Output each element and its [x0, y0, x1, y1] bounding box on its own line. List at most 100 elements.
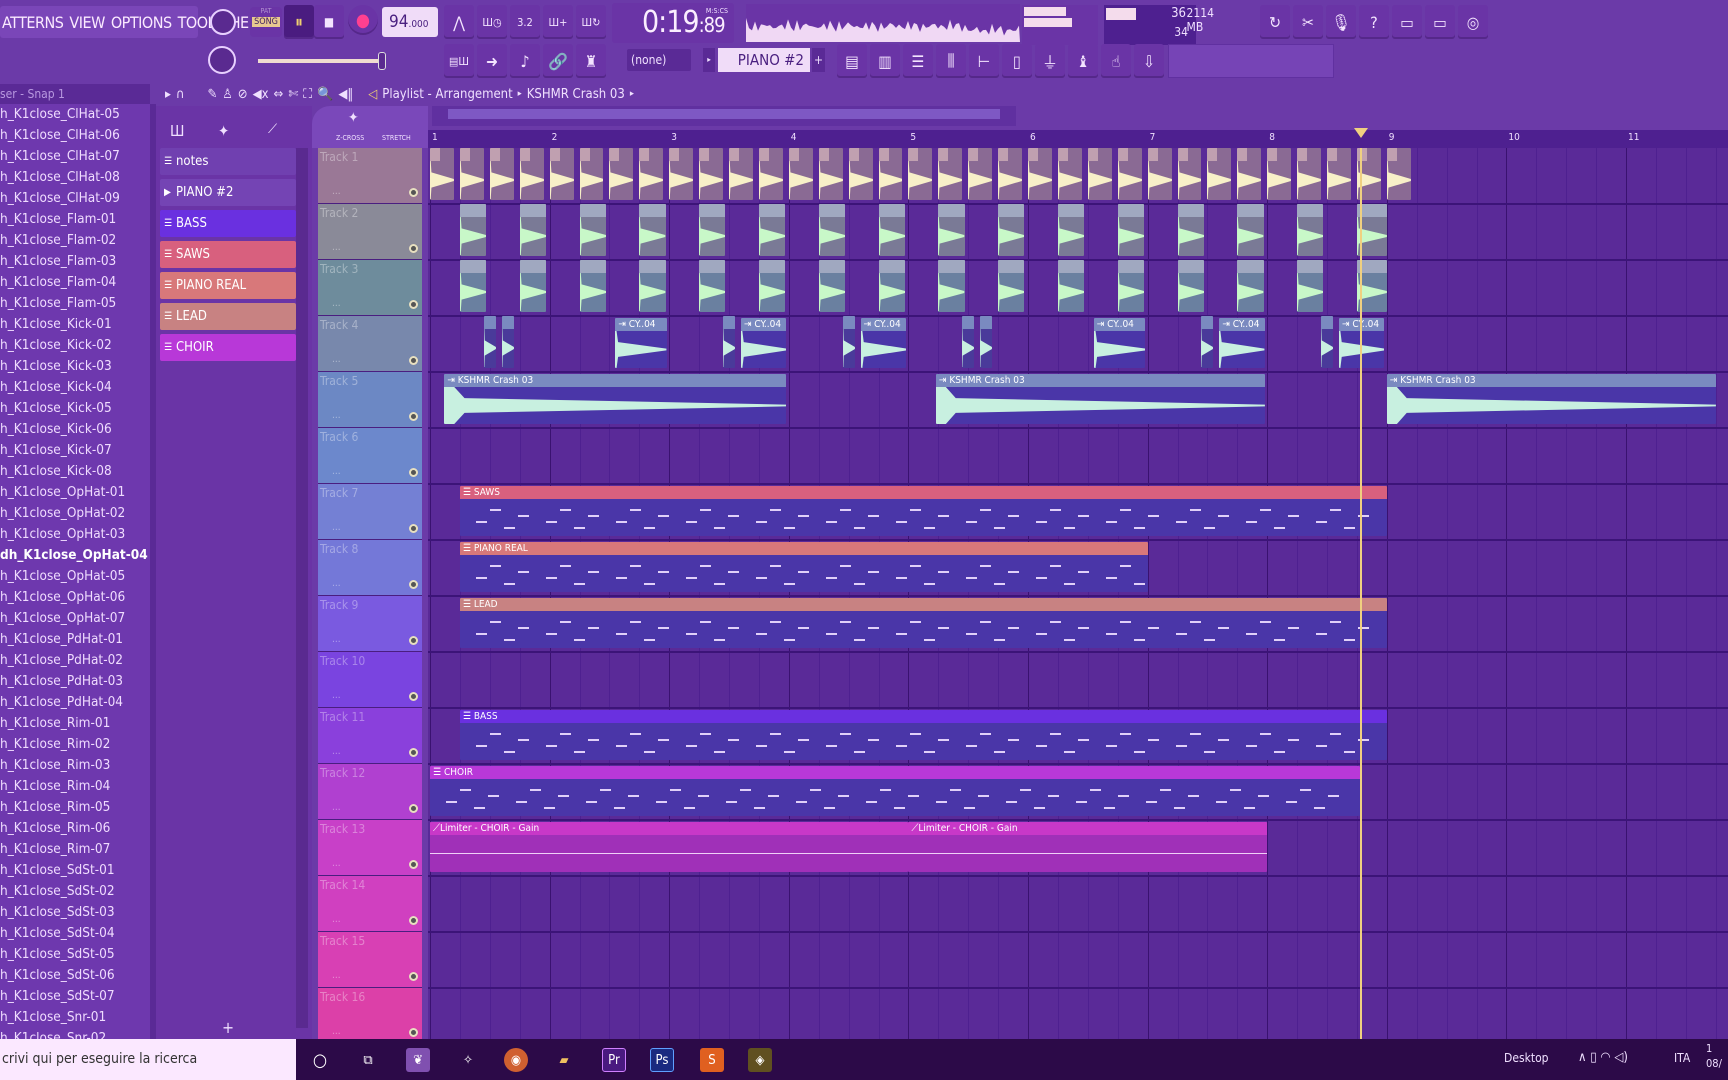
browser-item[interactable]: h_K1close_PdHat-04 [0, 692, 150, 713]
track-mute-toggle[interactable] [409, 636, 418, 645]
browser-item[interactable]: h_K1close_PdHat-02 [0, 650, 150, 671]
pattern-item-piano-real[interactable]: ☰ PIANO REAL [160, 272, 296, 299]
sublime-icon[interactable]: S [700, 1048, 724, 1072]
hat-clip[interactable] [459, 148, 484, 200]
cymbal-clip[interactable] [1321, 316, 1333, 368]
browser-icon[interactable]: ⊢ [969, 44, 999, 78]
browser-item[interactable]: h_K1close_Kick-07 [0, 440, 150, 461]
hat-clip[interactable] [1028, 148, 1052, 200]
hat-clip[interactable] [1207, 148, 1232, 200]
audio-clip[interactable]: ⇥ KSHMR Crash 03 [1386, 374, 1716, 424]
piano-roll-icon[interactable]: ▥ [870, 44, 900, 78]
clock[interactable]: 1 08/ [1706, 1041, 1722, 1071]
track-header[interactable]: Track 7... [318, 484, 422, 540]
pause-button[interactable]: ⏸ [284, 5, 314, 39]
browser-item[interactable]: h_K1close_OpHat-03 [0, 524, 150, 545]
hat-clip[interactable] [699, 148, 723, 200]
perc-clip[interactable] [1297, 260, 1324, 312]
browser-item[interactable]: h_K1close_Rim-03 [0, 755, 150, 776]
perc-clip[interactable] [1117, 204, 1144, 256]
track-header[interactable]: Track 14... [318, 876, 422, 932]
audio-clip[interactable]: ⇥ CY..04 [740, 318, 787, 368]
typing-keyboard-icon[interactable]: ▤Ш [444, 44, 474, 78]
cortana-icon[interactable]: ○ [308, 1048, 332, 1072]
pattern-clip[interactable]: ☰ PIANO REAL [459, 542, 1148, 592]
perc-clip[interactable] [878, 204, 905, 256]
mixer-view-icon[interactable]: ⫼ [936, 44, 966, 78]
perc-clip[interactable] [519, 260, 546, 312]
audio-filter-icon[interactable]: ✦ [218, 122, 229, 140]
browser-item[interactable]: h_K1close_Rim-05 [0, 797, 150, 818]
mute-icon[interactable]: ◀x [253, 87, 269, 102]
perc-clip[interactable] [639, 260, 666, 312]
automation-filter-icon[interactable]: ⟋ [268, 122, 277, 137]
add-pattern-button[interactable]: + [812, 48, 825, 72]
browser-item[interactable]: h_K1close_Kick-03 [0, 356, 150, 377]
cut-icon[interactable]: ✂ [1293, 5, 1323, 39]
premiere-icon[interactable]: Pr [602, 1048, 626, 1072]
browser-item[interactable]: h_K1close_SdSt-04 [0, 923, 150, 944]
browser-item[interactable]: h_K1close_Flam-03 [0, 251, 150, 272]
browser-item[interactable]: h_K1close_SdSt-06 [0, 965, 150, 986]
stop-button[interactable]: ■ [314, 5, 344, 39]
perc-clip[interactable] [579, 260, 606, 312]
browser-item[interactable]: h_K1close_ClHat-08 [0, 167, 150, 188]
hat-clip[interactable] [998, 148, 1022, 200]
browser-item[interactable]: h_K1close_Flam-02 [0, 230, 150, 251]
playlist-grid[interactable]: ⇥ KSHMR Crash 03 ⇥ KSHMR Crash 03 ⇥ KSHMR … [428, 148, 1728, 1039]
perc-clip[interactable] [938, 204, 965, 256]
desktop-toolbar[interactable]: Desktop [1504, 1051, 1549, 1065]
browser-item[interactable]: h_K1close_Kick-04 [0, 377, 150, 398]
track-mute-toggle[interactable] [409, 188, 418, 197]
perc-clip[interactable] [878, 260, 905, 312]
hat-clip[interactable] [1147, 148, 1172, 200]
timeline-ruler[interactable]: 1 2 3 4 5 6 7 8 9 10 11 [428, 130, 1728, 148]
wait-input-icon[interactable]: Ш◷ [477, 5, 507, 39]
hat-clip[interactable] [818, 148, 843, 200]
playhead-marker-icon[interactable] [1354, 128, 1369, 138]
master-slider[interactable] [258, 59, 382, 63]
browser-item[interactable]: h_K1close_OpHat-02 [0, 503, 150, 524]
browser-item[interactable]: h_K1close_ClHat-05 [0, 104, 150, 125]
pattern-clip[interactable]: ☰ CHOIR [430, 766, 1361, 816]
hat-clip[interactable] [1177, 148, 1202, 200]
track-header[interactable]: Track 4... [318, 316, 422, 372]
export-icon[interactable]: ▭ [1425, 5, 1455, 39]
browser-item[interactable]: h_K1close_Kick-02 [0, 335, 150, 356]
browser-item[interactable]: h_K1close_Rim-02 [0, 734, 150, 755]
tray-icons[interactable]: ∧ ▯ ◠ ◁) [1578, 1050, 1628, 1065]
hat-clip[interactable] [1057, 148, 1082, 200]
hat-clip[interactable] [1327, 148, 1351, 200]
perc-clip[interactable] [1177, 260, 1204, 312]
browser-item[interactable]: h_K1close_Kick-06 [0, 419, 150, 440]
save-icon[interactable]: ▭ [1392, 5, 1422, 39]
track-header[interactable]: Track 6... [318, 428, 422, 484]
track-mute-toggle[interactable] [409, 356, 418, 365]
perc-clip[interactable] [1057, 204, 1085, 256]
automation-clip[interactable]: ⟋Limiter - CHOIR - Gain [430, 822, 909, 872]
perc-clip[interactable] [998, 204, 1025, 256]
pattern-prev-icon[interactable]: ▸ [703, 48, 715, 72]
language-indicator[interactable]: ITA [1674, 1051, 1690, 1065]
picker-scrollbar[interactable] [296, 148, 308, 1028]
undo-history-icon[interactable]: ↻ [1260, 5, 1290, 39]
stretch-label[interactable]: STRETCH [382, 134, 411, 142]
track-mute-toggle[interactable] [409, 748, 418, 757]
channel-rack-icon[interactable]: ☰ [903, 44, 933, 78]
delete-icon[interactable]: ⊘ [238, 87, 248, 102]
track-header[interactable]: Track 5... [318, 372, 422, 428]
master-volume-knob[interactable] [210, 9, 236, 35]
tap-icon[interactable]: ☝ [1101, 44, 1131, 78]
hat-clip[interactable] [729, 148, 753, 200]
zcross-label[interactable]: Z-CROSS [336, 134, 364, 142]
browser-item[interactable]: h_K1close_PdHat-01 [0, 629, 150, 650]
zoom-icon[interactable]: 🔍 [317, 87, 333, 102]
app-icon[interactable]: ✧ [456, 1048, 480, 1072]
hat-clip[interactable] [669, 148, 694, 200]
automation-clip[interactable]: ⟋Limiter - CHOIR - Gain [908, 822, 1268, 872]
cymbal-clip[interactable] [962, 316, 975, 368]
hat-clip[interactable] [758, 148, 783, 200]
hat-clip[interactable] [1087, 148, 1112, 200]
snap-dropdown[interactable]: (none) [627, 49, 691, 71]
loop-record-icon[interactable]: Ш↻ [576, 5, 606, 39]
